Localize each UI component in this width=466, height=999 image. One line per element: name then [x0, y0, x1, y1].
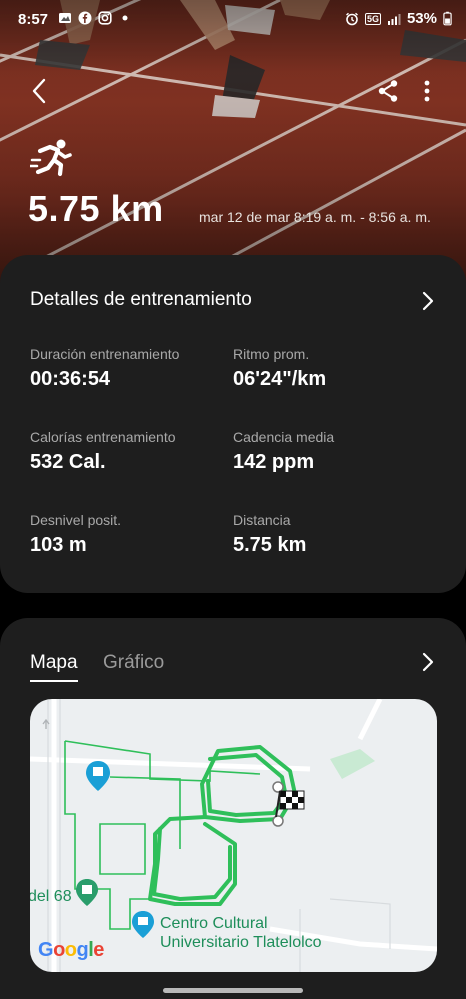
tab-chart[interactable]: Gráfico — [103, 652, 164, 680]
pin-icon — [86, 761, 110, 791]
back-button[interactable] — [22, 74, 56, 108]
instagram-icon — [98, 11, 112, 25]
more-options-button[interactable] — [414, 74, 440, 108]
route-map[interactable]: del 68 Centro Cultural Universitario Tla… — [30, 699, 437, 972]
stat-value: 06'24"/km — [233, 368, 327, 390]
home-indicator[interactable] — [163, 988, 303, 993]
stat-elevation: Desnivel posit. 103 m — [30, 512, 121, 557]
google-logo: Google — [38, 939, 104, 961]
back-icon — [32, 78, 46, 104]
stat-value: 5.75 km — [233, 534, 307, 556]
notification-icons — [58, 11, 132, 25]
alarm-icon — [345, 12, 358, 25]
facebook-icon — [78, 11, 92, 25]
stat-pace: Ritmo prom. 06'24"/km — [233, 346, 326, 391]
workout-distance: 5.75 km — [28, 188, 164, 229]
stat-label: Desnivel posit. — [30, 512, 122, 528]
stat-value: 532 Cal. — [30, 451, 106, 473]
signal-icon — [387, 13, 401, 25]
dot-icon — [122, 15, 128, 21]
stat-label: Cadencia media — [233, 429, 335, 445]
status-bar: 8:57 5G 53% — [0, 0, 466, 40]
share-button[interactable] — [372, 74, 404, 108]
battery-icon — [443, 11, 452, 26]
share-icon — [378, 80, 398, 102]
stat-cadence: Cadencia media 142 ppm — [233, 429, 334, 474]
map-place-label: Centro Cultural Universitario Tlatelolco — [160, 915, 322, 951]
workout-details-card[interactable]: Detalles de entrenamiento Duración entre… — [0, 255, 466, 593]
tab-map[interactable]: Mapa — [30, 652, 78, 682]
more-vertical-icon — [424, 80, 430, 102]
stat-label: Ritmo prom. — [233, 346, 310, 362]
network-5g-icon: 5G — [364, 12, 381, 25]
stat-distance: Distancia 5.75 km — [233, 512, 306, 557]
stat-label: Calorías entrenamiento — [30, 429, 176, 445]
stat-label: Distancia — [233, 512, 291, 528]
stat-value: 00:36:54 — [30, 368, 111, 390]
map-card: Mapa Gráfico del 68 Centro Cultural Univ… — [0, 618, 466, 999]
stat-value: 103 m — [30, 534, 87, 556]
hero-banner: 8:57 5G 53% 5.75 km mar 12 de mar 8:19 a… — [0, 0, 466, 290]
stat-calories: Calorías entrenamiento 532 Cal. — [30, 429, 176, 474]
stat-duration: Duración entrenamiento 00:36:54 — [30, 346, 179, 391]
status-time: 8:57 — [18, 11, 49, 28]
stat-value: 142 ppm — [233, 451, 315, 473]
workout-date-range: mar 12 de mar 8:19 a. m. - 8:56 a. m. — [199, 209, 431, 225]
running-icon — [30, 139, 72, 177]
chevron-right-icon[interactable] — [418, 652, 438, 672]
system-icons: 5G 53% — [345, 10, 452, 27]
battery-percentage: 53% — [406, 10, 437, 27]
map-road-label: del 68 — [30, 888, 72, 905]
gallery-icon — [59, 13, 71, 23]
details-title: Detalles de entrenamiento — [30, 289, 252, 310]
chevron-right-icon[interactable] — [418, 291, 438, 311]
stat-label: Duración entrenamiento — [30, 346, 180, 362]
